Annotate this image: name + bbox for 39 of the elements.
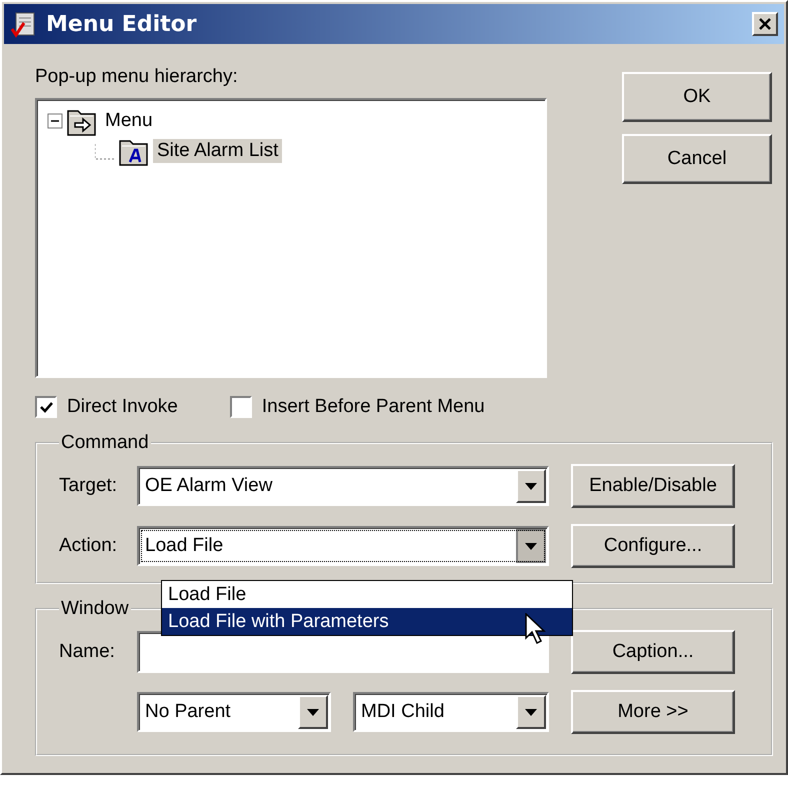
dropdown-arrow-icon[interactable]	[306, 708, 320, 716]
target-dropdown[interactable]: OE Alarm View	[137, 466, 549, 506]
combo-value: OE Alarm View	[145, 475, 274, 497]
tree-item[interactable]: Site Alarm List	[153, 139, 282, 163]
dropdown-option[interactable]: Load File	[162, 581, 572, 608]
configure-button[interactable]: Configure...	[571, 524, 735, 568]
check-icon	[38, 400, 54, 414]
close-icon	[758, 17, 772, 31]
parent-dropdown[interactable]: No Parent	[137, 692, 331, 732]
group-title: Command	[60, 432, 150, 454]
tree-item[interactable]: Menu	[101, 109, 157, 133]
collapse-icon[interactable]	[47, 113, 63, 129]
checkbox-label: Direct Invoke	[67, 396, 178, 418]
more-button[interactable]: More >>	[571, 690, 735, 734]
dropdown-option[interactable]: Load File with Parameters	[162, 608, 572, 635]
combo-value: MDI Child	[361, 701, 446, 723]
caption-button[interactable]: Caption...	[571, 630, 735, 674]
window-title: Menu Editor	[46, 12, 197, 36]
field-label: Action:	[59, 535, 118, 557]
tree-line	[95, 142, 115, 160]
tree-view[interactable]: Menu Site Alarm List	[35, 98, 547, 378]
enable-disable-button[interactable]: Enable/Disable	[571, 464, 735, 508]
close-button[interactable]	[752, 12, 778, 36]
ok-button[interactable]: OK	[622, 72, 772, 122]
combo-value: Load File	[145, 535, 224, 557]
field-label: Name:	[59, 641, 116, 663]
dropdown-arrow-icon[interactable]	[524, 482, 538, 490]
field-label: Target:	[59, 475, 118, 497]
dropdown-arrow-icon[interactable]	[524, 542, 538, 550]
checkbox[interactable]	[230, 396, 252, 418]
tree-label: Pop-up menu hierarchy:	[35, 66, 239, 88]
dropdown-arrow-icon[interactable]	[524, 708, 538, 716]
checkbox-label: Insert Before Parent Menu	[262, 396, 485, 418]
cancel-button[interactable]: Cancel	[622, 134, 772, 184]
window-type-dropdown[interactable]: MDI Child	[353, 692, 549, 732]
combo-value: No Parent	[145, 701, 232, 723]
group-title: Window	[60, 598, 130, 620]
checkbox[interactable]	[35, 396, 57, 418]
action-dropdown[interactable]: Load File	[137, 526, 549, 566]
